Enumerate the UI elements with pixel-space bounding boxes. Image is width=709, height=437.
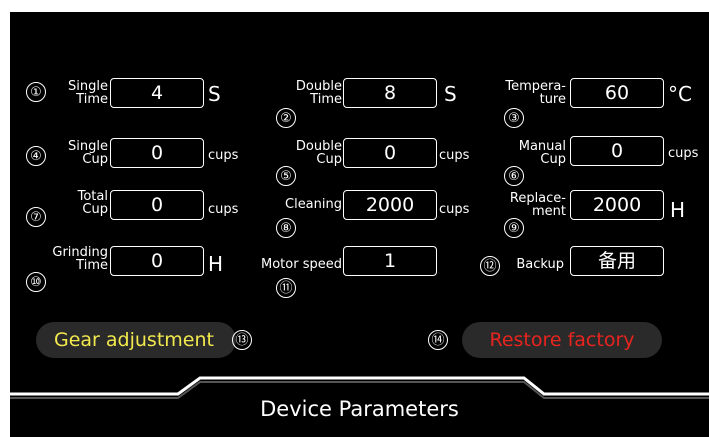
param-number-1: ①	[26, 82, 46, 102]
param-number-2: ②	[276, 108, 296, 128]
param-number-4: ④	[26, 146, 46, 166]
param-number-8: ⑧	[276, 218, 296, 238]
backup-field[interactable]: 备用	[570, 246, 664, 276]
param-label-single-cup: Single Cup	[68, 139, 108, 167]
param-number-12: ⑫	[480, 256, 500, 276]
double-time-field[interactable]: 8	[343, 78, 437, 108]
single-cup-unit: cups	[208, 148, 239, 163]
param-number-7: ⑦	[26, 207, 46, 227]
total-cup-field[interactable]: 0	[110, 190, 204, 220]
button-number-14: ⑭	[428, 330, 448, 350]
single-time-unit: S	[208, 82, 221, 106]
param-label-backup: Backup	[516, 257, 564, 272]
single-cup-field[interactable]: 0	[110, 138, 204, 168]
param-number-6: ⑥	[504, 166, 524, 186]
restore-factory-button[interactable]: Restore factory	[462, 322, 662, 358]
cleaning-field[interactable]: 2000	[343, 190, 437, 220]
param-label-replacement: Replace-ment	[509, 191, 566, 219]
motor-speed-field[interactable]: 1	[343, 246, 437, 276]
cleaning-unit: cups	[439, 202, 470, 217]
param-label-single-time: Single Time	[68, 79, 108, 107]
replacement-unit: H	[670, 198, 686, 222]
device-parameters-screen: ① Single Time 4 S Double Time ② 8 S Temper…	[10, 12, 709, 437]
param-number-11: ⑪	[276, 278, 296, 298]
param-number-3: ③	[504, 108, 524, 128]
replacement-field[interactable]: 2000	[570, 190, 664, 220]
param-label-motor-speed: Motor speed	[261, 257, 342, 272]
total-cup-unit: cups	[208, 202, 239, 217]
param-label-double-time: Double Time	[295, 79, 342, 107]
param-label-total-cup: Total Cup	[77, 189, 108, 217]
param-number-5: ⑤	[276, 166, 296, 186]
param-number-9: ⑨	[504, 218, 524, 238]
manual-cup-field[interactable]: 0	[570, 136, 664, 166]
param-label-grinding-time: Grinding Time	[52, 245, 108, 273]
temperature-field[interactable]: 60	[570, 78, 664, 108]
grinding-time-field[interactable]: 0	[110, 246, 204, 276]
param-label-cleaning: Cleaning	[285, 197, 342, 212]
single-time-field[interactable]: 4	[110, 78, 204, 108]
double-cup-unit: cups	[439, 148, 470, 163]
button-number-13: ⑬	[232, 330, 252, 350]
page-title: Device Parameters	[260, 397, 459, 421]
double-cup-field[interactable]: 0	[343, 138, 437, 168]
grinding-time-unit: H	[208, 252, 224, 276]
param-label-manual-cup: Manual Cup	[518, 139, 566, 167]
param-label-temperature: Tempera-ture	[505, 79, 566, 107]
double-time-unit: S	[444, 82, 457, 106]
temperature-unit: °C	[668, 82, 692, 106]
param-label-double-cup: Double Cup	[295, 139, 342, 167]
gear-adjustment-button[interactable]: Gear adjustment	[36, 322, 236, 358]
param-number-10: ⑩	[26, 272, 46, 292]
manual-cup-unit: cups	[668, 146, 699, 161]
